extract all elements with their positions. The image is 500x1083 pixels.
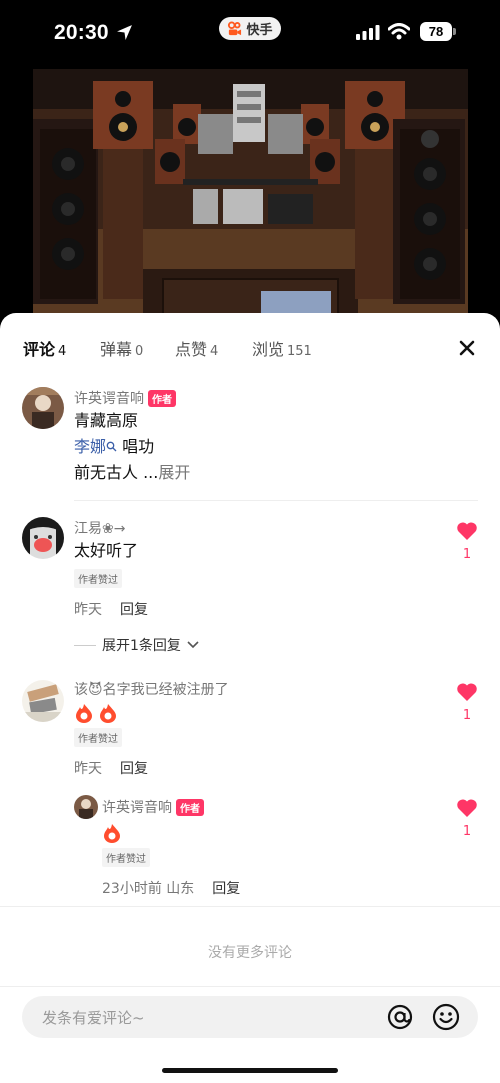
divider: [74, 500, 478, 501]
expand-comment-link[interactable]: 展开: [158, 463, 190, 482]
author-liked-tag: 作者赞过: [74, 728, 122, 747]
like-count: 1: [462, 824, 472, 839]
comment-truncated: 前无古人 ...: [74, 463, 159, 482]
tab-count: 151: [287, 344, 312, 359]
mention-link[interactable]: 李娜: [74, 437, 117, 456]
tab-likes[interactable]: 点赞 4: [175, 336, 218, 360]
avatar[interactable]: [74, 795, 98, 819]
heart-icon: [457, 683, 477, 701]
tab-views[interactable]: 浏览 151: [252, 336, 312, 360]
close-icon[interactable]: [456, 337, 478, 359]
hifi-room-image: [33, 69, 468, 319]
author-badge: 作者: [148, 389, 176, 407]
comment-meta: 昨天 回复: [74, 599, 148, 619]
comment-input[interactable]: 发条有爱评论~: [22, 996, 478, 1038]
comment-meta: 昨天 回复: [74, 758, 148, 778]
avatar[interactable]: [22, 517, 64, 559]
tab-label: 点赞: [175, 340, 208, 359]
divider: [0, 986, 500, 987]
like-count: 1: [462, 547, 472, 562]
reply-time-location: 23小时前 山东: [102, 881, 195, 897]
tab-label: 浏览: [252, 340, 285, 359]
search-icon: [106, 441, 117, 452]
expand-replies-label: 展开1条回复: [102, 638, 181, 654]
comment-line-1: 青藏高原: [74, 411, 139, 430]
tab-comments[interactable]: 评论 4: [23, 336, 66, 360]
author-liked-tag: 作者赞过: [102, 848, 150, 867]
like-button[interactable]: 1: [455, 682, 479, 723]
like-button[interactable]: 1: [455, 798, 479, 839]
battery-indicator: 78: [420, 22, 456, 41]
comment-line-3: 前无古人 ...展开: [74, 460, 190, 486]
status-bar: 20:30 快手 78: [0, 0, 500, 66]
mention-name: 李娜: [74, 437, 107, 456]
tab-label: 评论: [23, 340, 56, 359]
comment-tabs: 评论 4 弹幕 0 点赞 4 浏览 151: [0, 313, 500, 377]
like-button[interactable]: 1: [455, 521, 479, 562]
reply-emoji-row: [102, 823, 122, 843]
author-badge: 作者: [176, 798, 204, 816]
battery-level: 78: [420, 22, 452, 41]
cellular-signal-icon: [356, 25, 380, 40]
tab-label: 弹幕: [100, 340, 133, 359]
kuaishou-logo-icon: [228, 21, 242, 36]
comment-author[interactable]: 该😈名字我已经被注册了: [74, 679, 229, 699]
username: 该😈名字我已经被注册了: [74, 682, 229, 698]
reply-button[interactable]: 回复: [212, 878, 240, 898]
fire-emoji-icon: [100, 704, 116, 723]
tab-danmaku[interactable]: 弹幕 0: [100, 336, 143, 360]
comment-input-placeholder: 发条有爱评论~: [42, 1009, 145, 1027]
status-time: 20:30: [54, 21, 109, 44]
tab-count: 4: [58, 344, 67, 359]
divider-line: [74, 644, 96, 646]
battery-nub: [453, 28, 456, 35]
video-thumbnail[interactable]: [33, 69, 468, 319]
fire-emoji-icon: [104, 824, 120, 843]
wifi-icon: [388, 23, 410, 40]
expand-replies-button[interactable]: 展开1条回复: [74, 635, 199, 655]
tab-count: 4: [210, 344, 219, 359]
comment-author[interactable]: 许英谔音响 作者: [74, 388, 176, 408]
fire-emoji-icon: [76, 704, 92, 723]
heart-icon: [457, 522, 477, 540]
author-liked-tag: 作者赞过: [74, 569, 122, 588]
like-count: 1: [462, 708, 472, 723]
username: 许英谔音响: [74, 391, 144, 407]
home-indicator[interactable]: [162, 1068, 338, 1073]
heart-icon: [457, 799, 477, 817]
comment-line-2: 李娜 唱功: [74, 434, 154, 460]
app-pill[interactable]: 快手: [219, 17, 281, 40]
mention-at-icon[interactable]: [386, 1003, 414, 1031]
username: 江易❀→: [74, 521, 126, 537]
reply-meta: 23小时前 山东 回复: [102, 878, 240, 898]
avatar[interactable]: [22, 680, 64, 722]
comment-time: 昨天: [74, 761, 102, 777]
location-arrow-icon: [117, 25, 132, 40]
comment-emoji-row: [74, 703, 118, 723]
chevron-down-icon: [187, 641, 199, 649]
reply-author[interactable]: 许英谔音响 作者: [102, 797, 204, 817]
avatar[interactable]: [22, 387, 64, 429]
divider: [0, 906, 500, 907]
emoji-icon[interactable]: [432, 1003, 460, 1031]
reply-button[interactable]: 回复: [120, 599, 148, 619]
comment-line-2-rest: 唱功: [122, 437, 155, 456]
comment-time: 昨天: [74, 602, 102, 618]
app-name: 快手: [246, 23, 273, 38]
comment-text: 太好听了: [74, 541, 139, 560]
reply-button[interactable]: 回复: [120, 758, 148, 778]
comment-author[interactable]: 江易❀→: [74, 518, 125, 538]
comment-sheet: 评论 4 弹幕 0 点赞 4 浏览 151 许英谔音响 作者 青藏高原 李娜 唱…: [0, 313, 500, 1083]
no-more-comments: 没有更多评论: [208, 945, 292, 961]
tab-count: 0: [135, 344, 144, 359]
username: 许英谔音响: [102, 800, 172, 816]
